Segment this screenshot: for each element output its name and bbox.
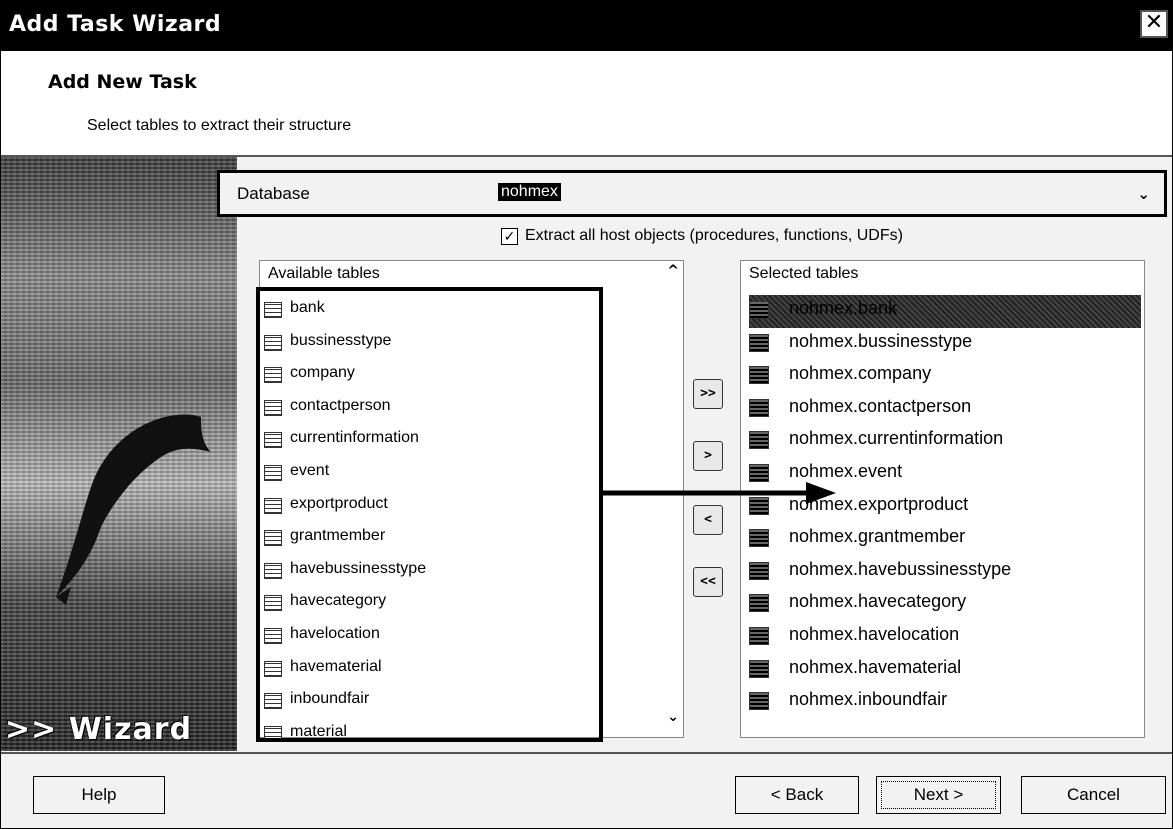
table-name: nohmex.event — [789, 460, 903, 481]
table-name: nohmex.inboundfair — [789, 689, 948, 710]
table-icon — [749, 626, 769, 645]
table-name: nohmex.havebussinesstype — [789, 558, 1012, 579]
remove-all-icon: << — [700, 574, 716, 589]
table-icon — [749, 463, 769, 482]
table-icon — [749, 333, 769, 352]
database-row: Database nohmex ⌄ — [217, 170, 1167, 217]
table-icon — [749, 398, 769, 417]
wizard-window: Add Task Wizard ✕ Add New Task Select ta… — [0, 0, 1173, 829]
selected-tables-header: Selected tables — [749, 265, 859, 282]
table-name: nohmex.currentinformation — [789, 428, 1004, 449]
selected-table-item[interactable]: nohmex.bank — [749, 295, 1141, 328]
table-icon — [749, 366, 769, 385]
table-name: nohmex.havecategory — [789, 591, 967, 612]
wizard-side-image: >> Wizard — [1, 157, 237, 751]
selected-table-item[interactable]: nohmex.havematerial — [749, 654, 1141, 687]
selected-table-item[interactable]: nohmex.currentinformation — [749, 425, 1141, 458]
window-title: Add Task Wizard — [9, 12, 222, 37]
wizard-logo: >> Wizard — [5, 712, 193, 747]
scroll-up-icon[interactable]: ^ — [667, 263, 679, 279]
scroll-down-icon[interactable]: ⌄ — [667, 709, 679, 725]
database-label: Database — [237, 184, 310, 203]
back-button[interactable]: < Back — [735, 776, 859, 814]
table-name: nohmex.havematerial — [789, 656, 962, 677]
selected-table-item[interactable]: nohmex.grantmember — [749, 523, 1141, 556]
table-name: nohmex.havelocation — [789, 623, 960, 644]
table-icon — [749, 659, 769, 678]
next-button[interactable]: Next > — [876, 776, 1001, 814]
table-name: nohmex.bank — [789, 298, 898, 318]
extract-checkbox[interactable]: ✓ — [501, 228, 518, 245]
table-name: nohmex.contactperson — [789, 395, 972, 416]
footer-divider — [1, 752, 1172, 754]
table-name: nohmex.bussinesstype — [789, 330, 973, 351]
focus-ring — [881, 781, 996, 809]
dolphin-icon — [56, 414, 211, 605]
annotation-arrow-icon — [601, 482, 836, 504]
remove-all-button[interactable]: << — [693, 567, 723, 597]
database-value: nohmex — [498, 183, 561, 201]
title-bar: Add Task Wizard ✕ — [1, 1, 1172, 51]
selected-table-item[interactable]: nohmex.inboundfair — [749, 686, 1141, 719]
table-icon — [749, 692, 769, 711]
available-tables-header: Available tables — [268, 265, 380, 282]
wizard-header: Add New Task Select tables to extract th… — [1, 51, 1172, 156]
selected-table-item[interactable]: nohmex.contactperson — [749, 393, 1141, 426]
annotation-highlight-box — [256, 287, 603, 742]
selected-table-item[interactable]: nohmex.havecategory — [749, 588, 1141, 621]
table-icon — [749, 431, 769, 450]
page-title: Add New Task — [48, 71, 197, 93]
selected-table-item[interactable]: nohmex.havebussinesstype — [749, 556, 1141, 589]
chevron-down-icon[interactable]: ⌄ — [1137, 185, 1150, 203]
selected-table-item[interactable]: nohmex.havelocation — [749, 621, 1141, 654]
close-icon[interactable]: ✕ — [1140, 10, 1168, 38]
table-icon — [749, 529, 769, 548]
add-button[interactable]: > — [693, 441, 723, 471]
table-icon — [749, 594, 769, 613]
cancel-button[interactable]: Cancel — [1021, 776, 1166, 814]
selected-table-item[interactable]: nohmex.bussinesstype — [749, 328, 1141, 361]
table-name: nohmex.company — [789, 363, 932, 384]
cancel-label: Cancel — [1067, 785, 1120, 804]
selected-table-item[interactable]: nohmex.company — [749, 360, 1141, 393]
add-icon: > — [704, 448, 712, 463]
add-all-button[interactable]: >> — [693, 379, 723, 409]
back-label: < Back — [770, 785, 824, 804]
add-all-icon: >> — [700, 386, 716, 401]
table-icon — [749, 561, 769, 580]
table-name: nohmex.grantmember — [789, 526, 966, 547]
help-button[interactable]: Help — [33, 776, 165, 814]
extract-label: Extract all host objects (procedures, fu… — [525, 227, 903, 244]
help-label: Help — [81, 785, 117, 804]
page-subtitle: Select tables to extract their structure — [87, 117, 352, 134]
database-select[interactable]: nohmex ⌄ — [492, 181, 1152, 207]
table-icon — [749, 301, 769, 319]
